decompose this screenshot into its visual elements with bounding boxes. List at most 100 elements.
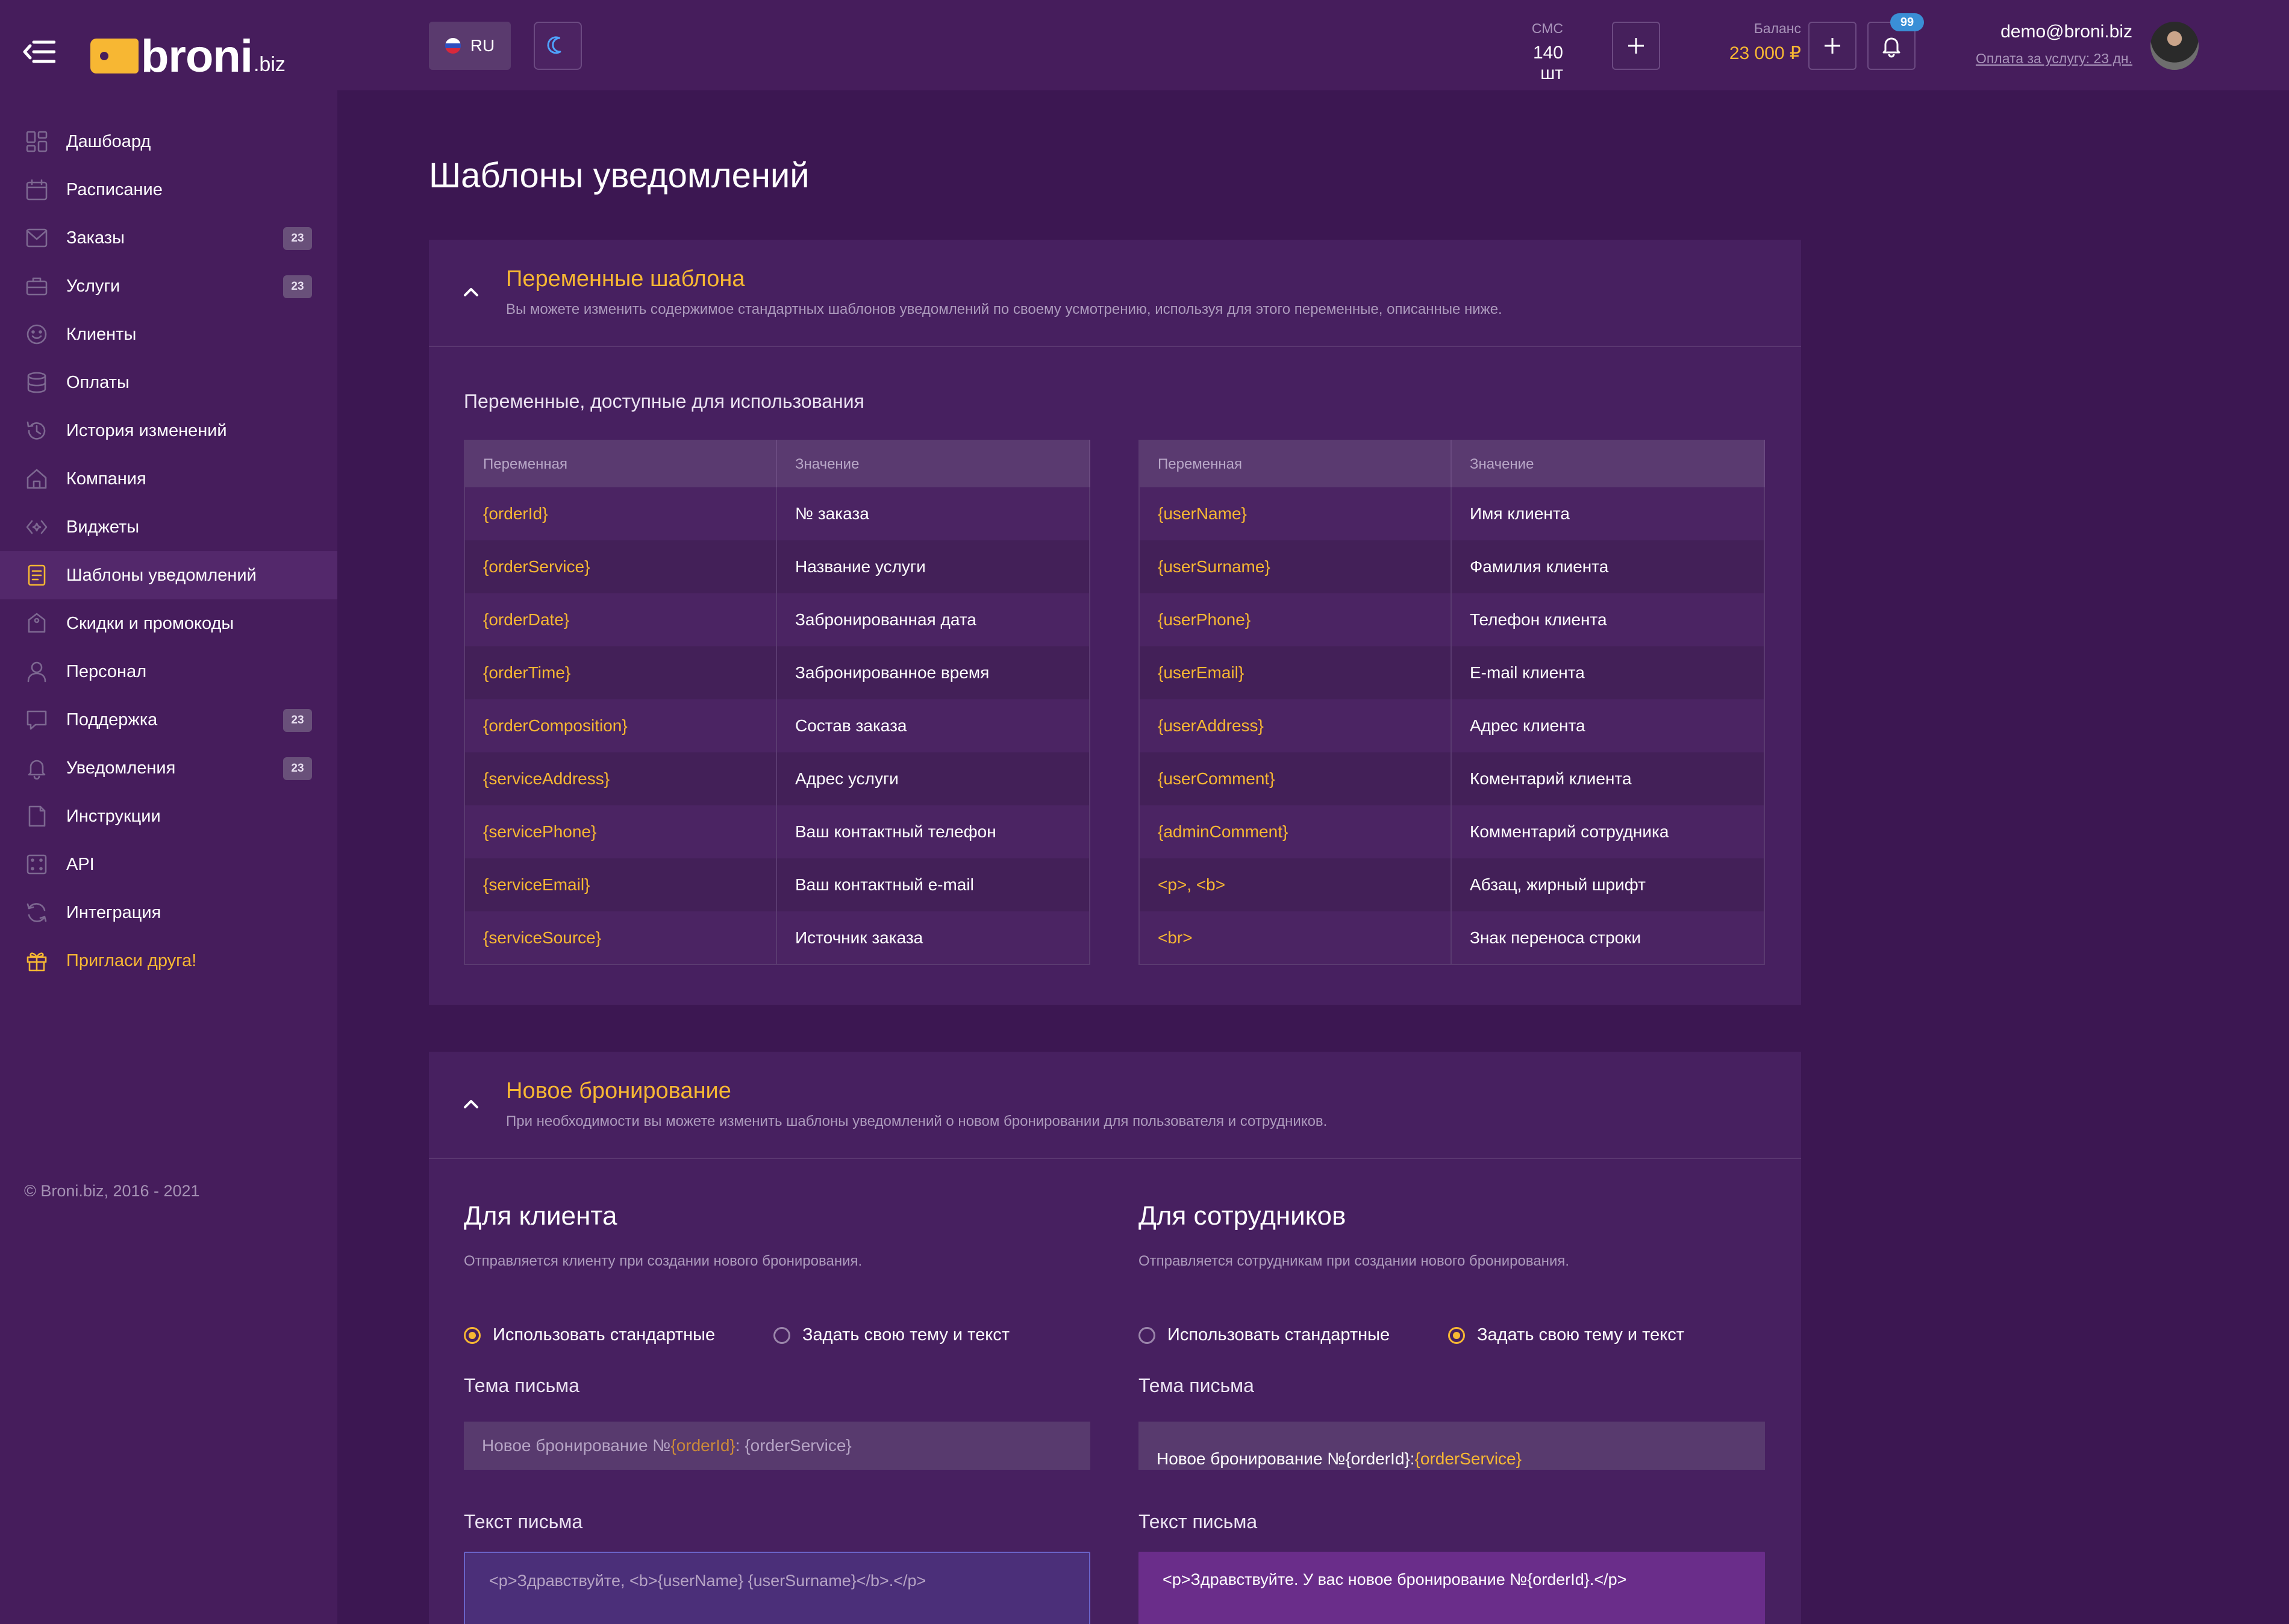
add-sms-button[interactable] (1612, 22, 1660, 70)
staff-body-label: Текст письма (1138, 1511, 1258, 1532)
staff-subject-label: Тема письма (1138, 1375, 1254, 1396)
page-title: Шаблоны уведомлений (429, 156, 810, 195)
variable-cell: {servicePhone} (464, 805, 777, 858)
value-cell: Абзац, жирный шрифт (1451, 858, 1765, 911)
smile-icon (24, 322, 49, 347)
staff-subject-input[interactable]: Новое бронирование №{orderId}: {orderSer… (1138, 1422, 1765, 1470)
staff-section-title: Для сотрудников (1138, 1201, 1346, 1231)
staff-radio-default[interactable]: Использовать стандартные (1138, 1325, 1390, 1345)
table-row: <br> Знак переноса строки (1139, 911, 1765, 964)
value-cell: Забронированное время (776, 646, 1090, 699)
sidebar-item-label: Компания (66, 469, 146, 489)
variable-cell: {orderId} (464, 487, 777, 540)
sidebar-item-12[interactable]: Поддержка 23 (0, 696, 337, 744)
table-row: {serviceEmail} Ваш контактный e-mail (464, 858, 1090, 911)
sidebar-item-8[interactable]: Виджеты (0, 503, 337, 551)
sidebar-item-5[interactable]: Оплаты (0, 358, 337, 407)
table-row: {userAddress} Адрес клиента (1139, 699, 1765, 752)
api-icon (24, 852, 49, 877)
variable-cell: <p>, <b> (1139, 858, 1452, 911)
staff-radio-custom[interactable]: Задать свою тему и текст (1448, 1325, 1684, 1345)
table-row: {orderService} Название услуги (464, 540, 1090, 593)
sidebar-item-label: Скидки и промокоды (66, 613, 234, 633)
count-badge: 23 (283, 757, 312, 780)
variable-cell: {userEmail} (1139, 646, 1452, 699)
staff-body-textarea[interactable]: <p>Здравствуйте. У вас новое бронировани… (1138, 1552, 1765, 1624)
table-row: {userPhone} Телефон клиента (1139, 593, 1765, 646)
menu-collapse-icon[interactable] (23, 39, 56, 65)
sidebar-item-label: История изменений (66, 420, 227, 440)
sidebar-item-label: Поддержка (66, 710, 158, 729)
client-radio-default[interactable]: Использовать стандартные (464, 1325, 715, 1345)
variable-cell: {orderService} (464, 540, 777, 593)
client-radio-custom[interactable]: Задать свою тему и текст (773, 1325, 1010, 1345)
calendar-icon (24, 177, 49, 202)
value-cell: Коментарий клиента (1451, 752, 1765, 805)
value-cell: Адрес клиента (1451, 699, 1765, 752)
table-header-row: Переменная Значение (464, 440, 1090, 487)
radio-unchecked-icon (1138, 1326, 1155, 1344)
variable-cell: {userSurname} (1139, 540, 1452, 593)
variable-cell: <br> (1139, 911, 1452, 964)
sidebar-item-13[interactable]: Уведомления 23 (0, 744, 337, 792)
column-header-value: Значение (776, 440, 1090, 487)
sidebar-item-7[interactable]: Компания (0, 455, 337, 503)
sidebar-item-label: Интеграция (66, 902, 161, 922)
table-row: {userComment} Коментарий клиента (1139, 752, 1765, 805)
collapse-chevron-icon[interactable] (460, 281, 482, 302)
sidebar-item-9[interactable]: Шаблоны уведомлений (0, 551, 337, 599)
radio-unchecked-icon (773, 1326, 790, 1344)
orders-icon (24, 225, 49, 251)
table-row: {adminComment} Комментарий сотрудника (1139, 805, 1765, 858)
sidebar-item-label: Клиенты (66, 324, 137, 344)
subject-text-prefix: Новое бронирование № (482, 1436, 671, 1455)
table-row: {orderTime} Забронированное время (464, 646, 1090, 699)
sidebar-item-6[interactable]: История изменений (0, 407, 337, 455)
collapse-chevron-icon[interactable] (460, 1093, 482, 1114)
sidebar: broni .biz Дашбоард Расписание Заказы 23 Усл… (0, 0, 337, 1624)
sidebar-item-3[interactable]: Услуги 23 (0, 262, 337, 310)
user-email[interactable]: demo@broni.biz (2000, 22, 2132, 42)
sidebar-item-label: Шаблоны уведомлений (66, 565, 257, 585)
history-icon (24, 418, 49, 443)
client-body-textarea[interactable]: <p>Здравствуйте, <b>{userName} {userSurn… (464, 1552, 1090, 1624)
sidebar-item-14[interactable]: Инструкции (0, 792, 337, 840)
value-cell: Название услуги (776, 540, 1090, 593)
radio-label: Задать свою тему и текст (802, 1325, 1010, 1344)
sidebar-item-11[interactable]: Персонал (0, 648, 337, 696)
sync-icon (24, 900, 49, 925)
client-subject-input[interactable]: Новое бронирование № {orderId}: {orderSer… (464, 1422, 1090, 1470)
value-cell: Источник заказа (776, 911, 1090, 964)
flag-ru-icon (445, 38, 461, 54)
theme-toggle-button[interactable] (534, 22, 582, 70)
sidebar-item-2[interactable]: Заказы 23 (0, 214, 337, 262)
column-header-variable: Переменная (464, 440, 777, 487)
sidebar-item-1[interactable]: Расписание (0, 166, 337, 214)
value-cell: Имя клиента (1451, 487, 1765, 540)
payment-info-link[interactable]: Оплата за услугу: 23 дн. (1976, 51, 2132, 67)
bell-icon (1882, 37, 1900, 58)
dashboard-icon (24, 129, 49, 154)
logo[interactable]: broni .biz (90, 25, 286, 80)
sidebar-item-4[interactable]: Клиенты (0, 310, 337, 358)
sidebar-item-16[interactable]: Интеграция (0, 889, 337, 937)
variable-cell: {serviceSource} (464, 911, 777, 964)
sidebar-item-15[interactable]: API (0, 840, 337, 889)
widget-icon (24, 514, 49, 540)
table-header-row: Переменная Значение (1139, 440, 1765, 487)
sidebar-item-17[interactable]: Пригласи друга! (0, 937, 337, 985)
sidebar-nav: Дашбоард Расписание Заказы 23 Услуги 23 Клиент… (0, 117, 337, 985)
radio-checked-icon (464, 1326, 481, 1344)
sidebar-item-0[interactable]: Дашбоард (0, 117, 337, 166)
variables-card-title: Переменные шаблона (506, 266, 745, 292)
table-row: {serviceAddress} Адрес услуги (464, 752, 1090, 805)
add-balance-button[interactable] (1808, 22, 1856, 70)
language-selector[interactable]: RU (429, 22, 511, 70)
avatar[interactable] (2150, 22, 2199, 70)
sms-label: СМС (1531, 20, 1563, 36)
moon-icon (547, 36, 561, 54)
sidebar-item-10[interactable]: Скидки и промокоды (0, 599, 337, 648)
sidebar-item-label: Заказы (66, 228, 125, 248)
variable-cell: {userName} (1139, 487, 1452, 540)
table-row: {userName} Имя клиента (1139, 487, 1765, 540)
